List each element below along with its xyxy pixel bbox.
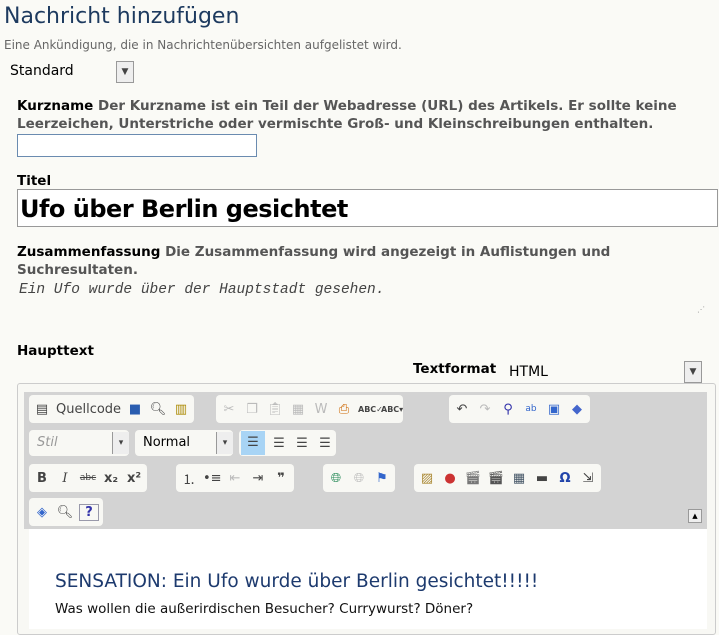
paste-text-icon[interactable]: ▦: [289, 402, 307, 417]
resize-grip-icon[interactable]: ⋰: [697, 305, 705, 314]
spellcheck-icon[interactable]: ABC✓: [358, 405, 383, 414]
unlink-icon[interactable]: 🌐︎: [350, 471, 368, 486]
chevron-down-icon[interactable]: ▾: [112, 432, 129, 454]
toolbar-group-lists: ⒈ •≡ ⇤ ⇥ ❞: [176, 464, 294, 492]
titel-input[interactable]: Ufo über Berlin gesichtet: [17, 189, 718, 227]
zusammenfassung-textarea[interactable]: Ein Ufo wurde über der Hauptstadt gesehe…: [19, 282, 709, 318]
italic-icon[interactable]: I: [56, 471, 74, 486]
toolbar-group-document: ▤ Quellcode ■ 🔍︎ ▥: [29, 395, 195, 423]
align-center-icon[interactable]: ☰: [270, 436, 288, 451]
bold-icon[interactable]: B: [33, 471, 51, 486]
haupttext-label: Haupttext: [17, 342, 94, 360]
source-icon: ▤: [35, 401, 49, 417]
anchor-icon[interactable]: ⚑: [373, 471, 391, 486]
table-icon[interactable]: ▦: [510, 471, 528, 486]
find-icon[interactable]: ⚲: [499, 402, 517, 417]
remove-format-icon[interactable]: ◆: [568, 402, 586, 417]
special-char-icon[interactable]: Ω: [556, 471, 574, 486]
kurzname-help: Der Kurzname ist ein Teil der Webadresse…: [17, 98, 677, 132]
horizontal-rule-icon[interactable]: ▬: [533, 471, 551, 486]
textformat-title: Textformat: [413, 361, 497, 377]
align-left-icon[interactable]: ☰: [241, 431, 265, 455]
content-paragraph: Was wollen die außerirdischen Besucher? …: [55, 601, 474, 617]
kurzname-label: Kurzname Der Kurzname ist ein Teil der W…: [17, 97, 707, 133]
textformat-label: Textformat: [413, 360, 496, 378]
undo-icon[interactable]: ↶: [453, 402, 471, 417]
superscript-icon[interactable]: x²: [125, 471, 143, 486]
paste-word-icon[interactable]: W: [312, 402, 330, 417]
style-select-value: Stil: [37, 435, 58, 450]
collapse-toolbar-icon[interactable]: ▲: [688, 509, 702, 523]
flash-icon[interactable]: ●: [441, 471, 459, 486]
toolbar-group-edit: ↶ ↷ ⚲ ab ▣ ◆: [449, 395, 590, 423]
image-icon[interactable]: ▨: [418, 471, 436, 486]
save-icon[interactable]: ■: [126, 402, 144, 417]
bulleted-list-icon[interactable]: •≡: [203, 471, 222, 486]
titel-title: Titel: [17, 173, 52, 189]
kurzname-title: Kurzname: [17, 98, 94, 114]
titel-label: Titel: [17, 172, 51, 190]
kurzname-input[interactable]: [17, 134, 257, 157]
chevron-down-icon[interactable]: ▼: [684, 361, 702, 383]
templates-icon[interactable]: ▥: [172, 402, 190, 417]
indent-icon[interactable]: ⇥: [249, 471, 267, 486]
editor-toolbar: ▤ Quellcode ■ 🔍︎ ▥ ✂ ❐ 📋︎ ▦ W ⎙ ABC✓ ABC▾ ↶ ↷ ⚲ ab ▣…: [24, 392, 707, 529]
toolbar-group-basic: B Iabc x₂ x²: [29, 464, 147, 492]
textformat-select[interactable]: HTML ▼: [505, 360, 703, 383]
toolbar-group-tools: ◈ 🔍︎?: [29, 498, 103, 526]
numbered-list-icon[interactable]: ⒈: [180, 469, 198, 488]
subscript-icon[interactable]: x₂: [102, 471, 120, 486]
format-select[interactable]: Normal ▾: [135, 430, 233, 456]
editor-content[interactable]: SENSATION: Ein Ufo wurde über Berlin ges…: [29, 529, 707, 629]
source-button[interactable]: Quellcode: [56, 402, 121, 417]
chevron-down-icon[interactable]: ▼: [116, 61, 134, 83]
maximize-icon[interactable]: ◈: [33, 505, 51, 520]
link-icon[interactable]: 🌐︎: [327, 471, 345, 486]
preview-icon[interactable]: 🔍︎: [149, 402, 167, 417]
page-break-icon[interactable]: ⇲: [579, 471, 597, 486]
paste-icon[interactable]: 📋︎: [266, 402, 284, 417]
toolbar-group-insert: ▨ ● 🎬︎ 🎬︎ ▦ ▬ Ω ⇲: [414, 464, 601, 492]
haupttext-title: Haupttext: [17, 343, 94, 359]
toolbar-group-align: ☰ ☰ ☰ ☰: [239, 430, 336, 456]
replace-icon[interactable]: ab: [522, 404, 540, 414]
format-select-value: Normal: [143, 435, 191, 450]
spellcheck-dropdown-icon[interactable]: ABC▾: [381, 405, 403, 414]
zusammenfassung-title: Zusammenfassung: [17, 244, 161, 260]
blockquote-icon[interactable]: ❞: [272, 471, 290, 486]
page-subtitle: Eine Ankündigung, die in Nachrichtenüber…: [4, 38, 402, 52]
strike-icon[interactable]: abc: [79, 473, 97, 483]
content-heading: SENSATION: Ein Ufo wurde über Berlin ges…: [55, 571, 539, 592]
cut-icon[interactable]: ✂: [220, 402, 238, 417]
outdent-icon[interactable]: ⇤: [226, 471, 244, 486]
textformat-value: HTML: [509, 364, 548, 380]
media-icon[interactable]: 🎬︎: [464, 471, 482, 486]
video-icon[interactable]: 🎬︎: [487, 471, 505, 486]
page-title: Nachricht hinzufügen: [4, 4, 240, 29]
toolbar-group-links: 🌐︎ 🌐︎ ⚑: [323, 464, 395, 492]
show-blocks-icon[interactable]: 🔍︎: [56, 505, 74, 520]
copy-icon[interactable]: ❐: [243, 402, 261, 417]
select-all-icon[interactable]: ▣: [545, 402, 563, 417]
chevron-down-icon[interactable]: ▾: [216, 432, 233, 454]
align-right-icon[interactable]: ☰: [293, 436, 311, 451]
style-select[interactable]: Stil ▾: [29, 430, 129, 456]
help-icon[interactable]: ?: [79, 503, 99, 521]
layout-select-value: Standard: [10, 63, 74, 79]
zusammenfassung-label: Zusammenfassung Die Zusammenfassung wird…: [17, 243, 707, 279]
redo-icon[interactable]: ↷: [476, 402, 494, 417]
align-justify-icon[interactable]: ☰: [316, 436, 334, 451]
layout-select[interactable]: Standard ▼: [8, 60, 135, 83]
print-icon[interactable]: ⎙: [335, 402, 353, 417]
toolbar-group-clipboard: ✂ ❐ 📋︎ ▦ W ⎙ ABC✓ ABC▾: [216, 395, 403, 423]
